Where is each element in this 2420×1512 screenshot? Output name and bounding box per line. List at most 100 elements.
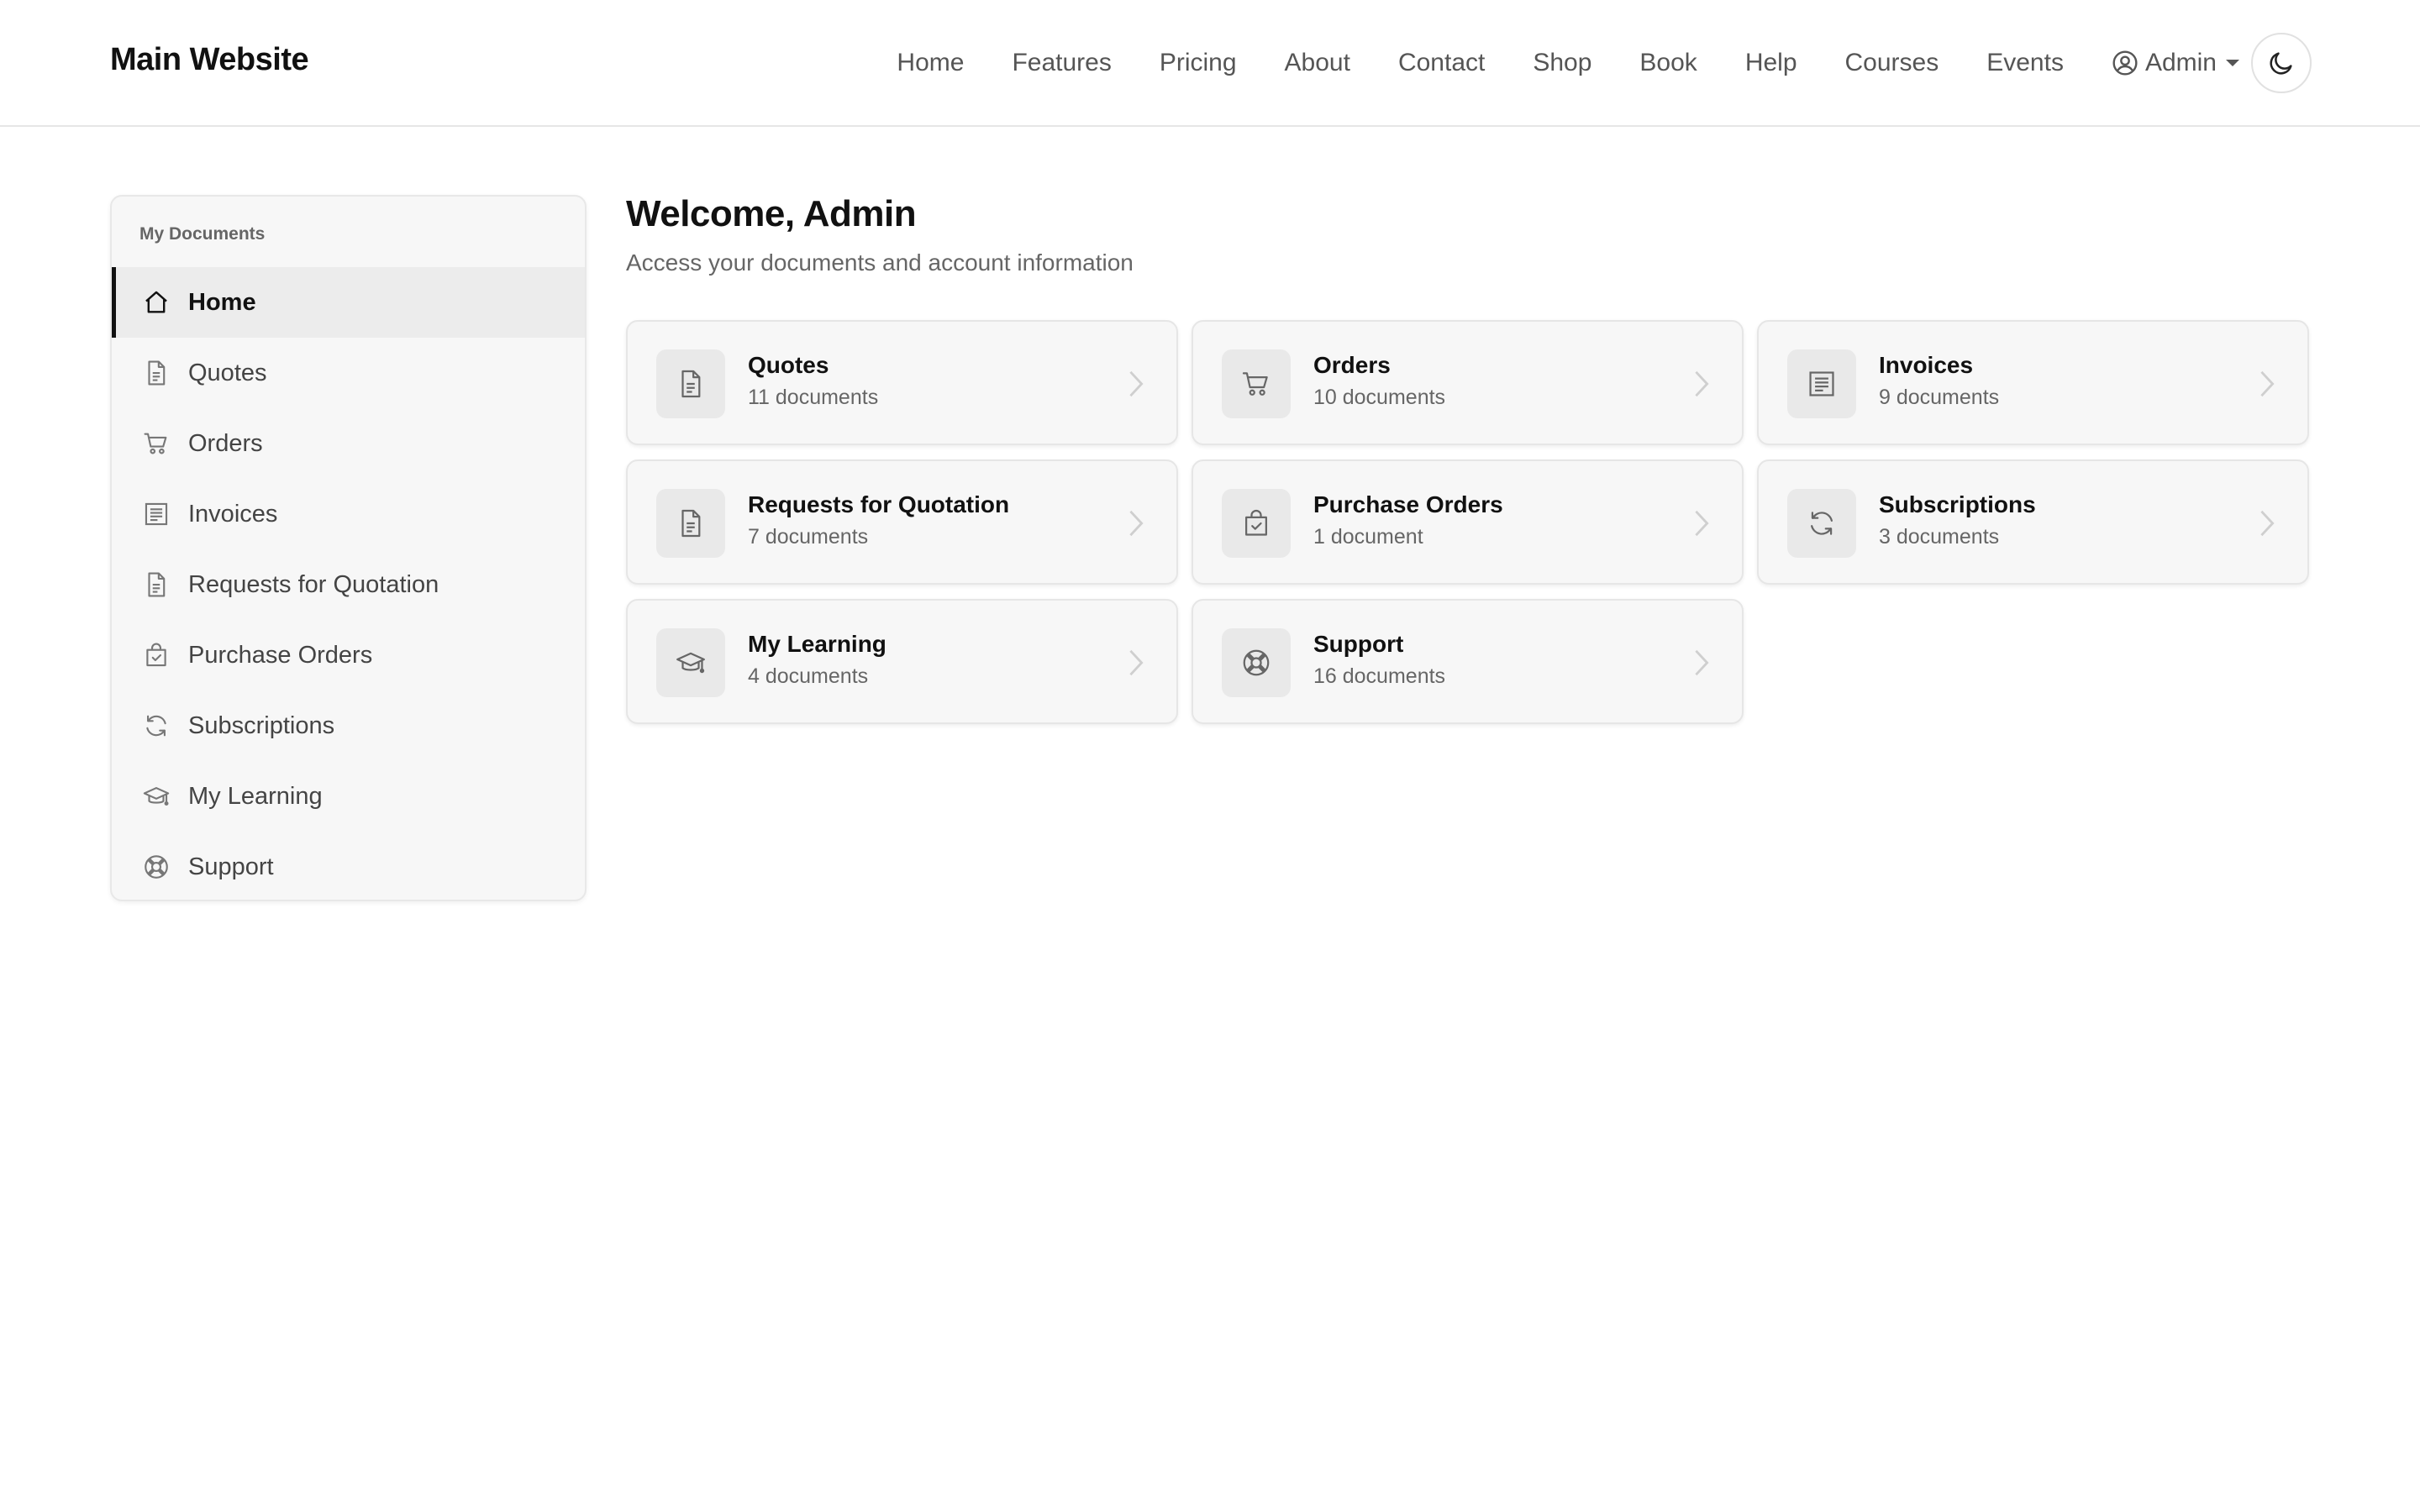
nav-contact[interactable]: Contact xyxy=(1398,49,1485,77)
document-icon xyxy=(681,370,701,398)
nav-shop[interactable]: Shop xyxy=(1533,49,1591,77)
user-menu-dropdown[interactable]: Admin xyxy=(2112,49,2240,77)
document-icon xyxy=(142,570,171,599)
card-title: Support xyxy=(1313,631,1404,657)
bag-check-icon xyxy=(142,641,171,669)
caret-down-icon xyxy=(2226,60,2239,66)
card-my-learning[interactable]: My Learning 4 documents xyxy=(626,599,1178,724)
sidebar-item-label: Purchase Orders xyxy=(188,641,373,669)
card-count: 9 documents xyxy=(1879,386,2000,409)
card-title: Purchase Orders xyxy=(1313,491,1503,517)
sidebar-item-label: Home xyxy=(188,288,256,316)
chevron-right-icon xyxy=(1129,649,1144,676)
card-count: 16 documents xyxy=(1313,664,1446,688)
graduation-cap-icon xyxy=(142,782,171,811)
chevron-right-icon xyxy=(2260,370,2275,397)
card-icon-box xyxy=(1222,489,1291,558)
invoice-icon xyxy=(1809,371,1834,396)
nav-features[interactable]: Features xyxy=(1012,49,1111,77)
page-subtitle: Access your documents and account inform… xyxy=(626,249,1134,276)
card-title: Subscriptions xyxy=(1879,491,2036,517)
card-count: 11 documents xyxy=(748,386,879,409)
sidebar-item-orders[interactable]: Orders xyxy=(112,408,585,479)
nav-courses[interactable]: Courses xyxy=(1845,49,1939,77)
graduation-cap-icon xyxy=(676,652,705,674)
lifebuoy-icon xyxy=(1243,649,1270,676)
sidebar-item-label: My Learning xyxy=(188,782,323,810)
nav-book[interactable]: Book xyxy=(1639,49,1697,77)
sidebar-item-my-learning[interactable]: My Learning xyxy=(112,761,585,832)
chevron-right-icon xyxy=(1695,649,1709,676)
sidebar-item-label: Orders xyxy=(188,429,263,457)
card-title: Invoices xyxy=(1879,352,1974,378)
sidebar-item-label: Support xyxy=(188,853,274,880)
card-subscriptions[interactable]: Subscriptions 3 documents xyxy=(1757,459,2309,585)
card-support[interactable]: Support 16 documents xyxy=(1192,599,1744,724)
sidebar-item-label: Requests for Quotation xyxy=(188,570,439,598)
bag-check-icon xyxy=(1245,509,1267,536)
card-quotes[interactable]: Quotes 11 documents xyxy=(626,320,1178,445)
cart-icon xyxy=(1242,372,1268,396)
sidebar-item-invoices[interactable]: Invoices xyxy=(112,479,585,549)
cart-icon xyxy=(142,429,171,458)
card-count: 1 document xyxy=(1313,525,1423,549)
lifebuoy-icon xyxy=(142,853,171,881)
card-orders[interactable]: Orders 10 documents xyxy=(1192,320,1744,445)
chevron-right-icon xyxy=(1695,510,1709,537)
nav-about[interactable]: About xyxy=(1285,49,1350,77)
card-icon-box xyxy=(1222,349,1291,418)
page-title: Welcome, Admin xyxy=(626,193,917,234)
chevron-right-icon xyxy=(2260,510,2275,537)
home-icon xyxy=(142,288,171,317)
sidebar-item-quotes[interactable]: Quotes xyxy=(112,338,585,408)
card-count: 4 documents xyxy=(748,664,869,688)
refresh-icon xyxy=(1811,512,1833,535)
top-navbar: Main Website Home Features Pricing About… xyxy=(0,0,2420,127)
sidebar-item-label: Subscriptions xyxy=(188,711,335,739)
document-icon xyxy=(681,509,701,538)
card-count: 10 documents xyxy=(1313,386,1446,409)
sidebar-item-home[interactable]: Home xyxy=(112,267,585,338)
nav-help[interactable]: Help xyxy=(1745,49,1797,77)
card-invoices[interactable]: Invoices 9 documents xyxy=(1757,320,2309,445)
moon-icon xyxy=(2270,52,2292,75)
invoice-icon xyxy=(142,500,171,528)
user-circle-icon xyxy=(2112,50,2138,76)
card-title: Orders xyxy=(1313,352,1391,378)
card-icon-box xyxy=(1787,489,1856,558)
card-icon-box xyxy=(1787,349,1856,418)
card-icon-box xyxy=(656,349,725,418)
sidebar-item-label: Quotes xyxy=(188,359,267,386)
card-requests-for-quotation[interactable]: Requests for Quotation 7 documents xyxy=(626,459,1178,585)
document-cards-grid: Quotes 11 documents Orders 10 documents … xyxy=(626,320,2310,724)
nav-home[interactable]: Home xyxy=(897,49,964,77)
sidebar: My Documents Home Quotes Orders Invoices xyxy=(110,195,587,901)
sidebar-item-purchase-orders[interactable]: Purchase Orders xyxy=(112,620,585,690)
nav-events[interactable]: Events xyxy=(1986,49,2064,77)
chevron-right-icon xyxy=(1129,510,1144,537)
card-icon-box xyxy=(656,628,725,697)
brand-logo[interactable]: Main Website xyxy=(110,42,309,78)
user-menu-label: Admin xyxy=(2144,49,2217,76)
chevron-right-icon xyxy=(1695,370,1709,397)
card-icon-box xyxy=(1222,628,1291,697)
card-count: 3 documents xyxy=(1879,525,2000,549)
document-icon xyxy=(142,359,171,387)
card-title: Requests for Quotation xyxy=(748,491,1010,517)
nav-pricing[interactable]: Pricing xyxy=(1160,49,1237,77)
main-nav: Home Features Pricing About Contact Shop… xyxy=(897,42,2240,84)
sidebar-heading: My Documents xyxy=(139,224,266,244)
card-count: 7 documents xyxy=(748,525,869,549)
sidebar-list: Home Quotes Orders Invoices Requests for xyxy=(112,267,585,900)
chevron-right-icon xyxy=(1129,370,1144,397)
card-title: My Learning xyxy=(748,631,886,657)
sidebar-item-subscriptions[interactable]: Subscriptions xyxy=(112,690,585,761)
card-purchase-orders[interactable]: Purchase Orders 1 document xyxy=(1192,459,1744,585)
refresh-icon xyxy=(142,711,171,740)
card-icon-box xyxy=(656,489,725,558)
sidebar-item-support[interactable]: Support xyxy=(112,832,585,900)
sidebar-item-requests-for-quotation[interactable]: Requests for Quotation xyxy=(112,549,585,620)
sidebar-item-label: Invoices xyxy=(188,500,278,528)
card-title: Quotes xyxy=(748,352,829,378)
theme-toggle-button[interactable] xyxy=(2251,33,2312,93)
